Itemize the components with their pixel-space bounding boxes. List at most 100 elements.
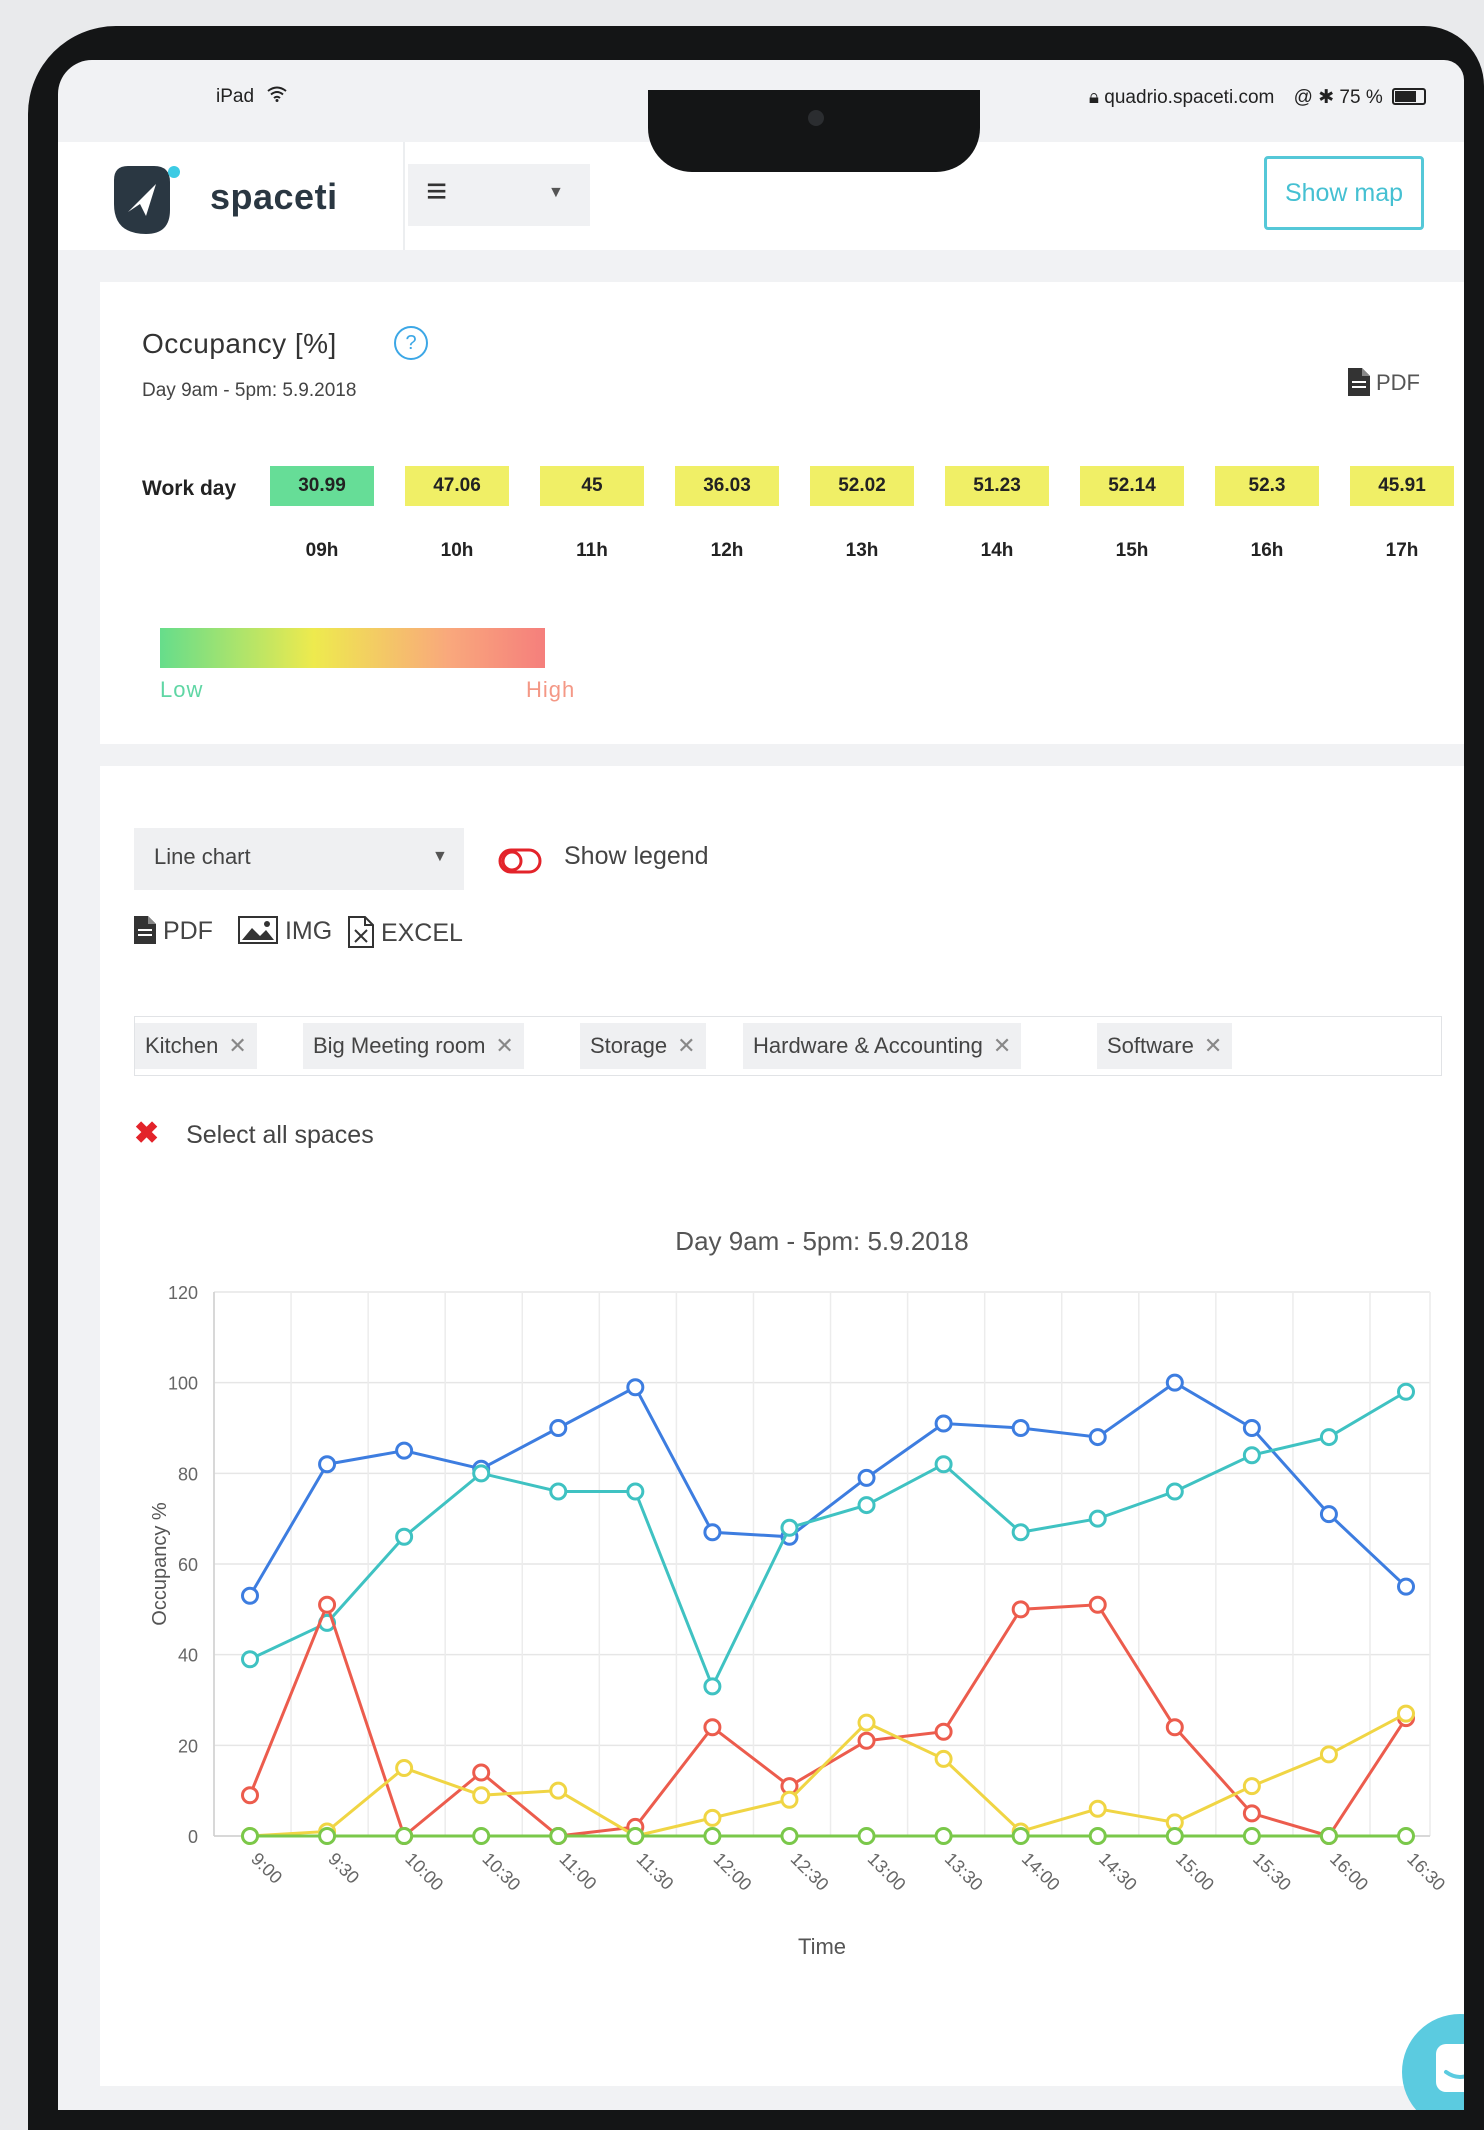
data-point [549,1419,568,1437]
y-tick-label: 0 [188,1827,198,1847]
bluetooth-icon: ✱ [1318,87,1335,108]
data-point [1242,1827,1261,1845]
x-tick-label: 10:30 [478,1849,524,1895]
chart-title: Day 9am - 5pm: 5.9.2018 [675,1226,968,1256]
logo[interactable]: spaceti [58,142,405,250]
data-point [626,1482,645,1501]
y-tick-label: 20 [178,1736,198,1756]
data-point [241,1827,259,1845]
x-tick-label: 14:00 [1018,1849,1064,1895]
chat-widget-button[interactable] [1402,2014,1464,2110]
row-label: Work day [142,477,237,500]
data-point [1165,1718,1184,1737]
data-point [857,1713,876,1732]
chart-type-select[interactable]: Line chart ▼ [134,828,464,890]
data-point [241,1786,259,1805]
show-map-button[interactable]: Show map [1264,156,1424,230]
hour-label: 17h [1385,540,1419,561]
data-point [780,1790,799,1809]
remove-tag-icon[interactable]: ✕ [495,1033,513,1058]
space-tag-list[interactable]: Kitchen ✕ Big Meeting room ✕ Storage ✕ Hard… [134,1016,1442,1076]
data-point [395,1527,414,1546]
remove-tag-icon[interactable]: ✕ [677,1033,695,1058]
series-line [248,1600,1408,1839]
data-point [1088,1428,1107,1447]
export-pdf-button[interactable]: PDF [134,916,213,946]
chart-type-value: Line chart [154,844,251,869]
data-point [1319,1827,1338,1845]
hamburger-icon: ≡ [426,170,448,211]
data-point [1242,1446,1261,1465]
export-excel-button[interactable]: EXCEL [348,916,463,948]
data-point [1165,1827,1184,1845]
chart-card: Line chart ▼ Show legend PDF IMG EXCEL K… [100,766,1464,2086]
url-text[interactable]: quadrio.spaceti.com [1104,87,1274,108]
data-point [1011,1827,1030,1845]
scale-low-label: Low [160,677,204,702]
x-tick-label: 12:30 [787,1849,833,1895]
occupancy-cell: 30.99 [270,466,374,506]
battery-icon [1392,88,1426,105]
data-point [857,1731,876,1750]
x-tick-label: 12:00 [710,1849,756,1895]
x-tick-label: 11:30 [633,1849,678,1894]
hour-label: 10h [440,540,474,561]
remove-tag-icon[interactable]: ✕ [228,1033,246,1058]
export-excel-label: EXCEL [380,919,463,947]
document-icon [1347,368,1370,396]
export-img-button[interactable]: IMG [238,916,332,946]
remove-tag-icon[interactable]: ✕ [1204,1033,1222,1058]
tag-kitchen[interactable]: Kitchen ✕ [135,1023,257,1069]
data-point [857,1827,876,1845]
color-scale-bar [160,628,545,668]
select-all-spaces-button[interactable]: ✖ Select all spaces [134,1116,374,1151]
data-point [857,1496,876,1515]
data-point [703,1808,722,1827]
x-tick-label: 9:30 [324,1849,363,1888]
hour-label: 12h [710,540,744,561]
x-tick-label: 10:00 [401,1849,447,1895]
tag-hardware-accounting[interactable]: Hardware & Accounting ✕ [743,1023,1022,1069]
data-point [1397,1382,1415,1401]
x-tick-label: 9:00 [247,1849,286,1888]
hour-label: 14h [980,540,1014,561]
data-point [1088,1799,1107,1818]
tag-big-meeting-room[interactable]: Big Meeting room ✕ [303,1023,524,1069]
data-point [395,1759,414,1777]
device-name: iPad [216,86,255,107]
wifi-icon [267,86,287,107]
occupancy-cell: 47.06 [405,466,509,506]
data-point [934,1722,953,1741]
occupancy-cell: 45 [540,466,644,506]
hour-label: 13h [845,540,879,561]
tag-storage[interactable]: Storage ✕ [580,1023,706,1069]
data-point [395,1441,414,1460]
data-point [703,1718,722,1737]
pdf-label: PDF [1376,370,1420,395]
clear-selection-icon: ✖ [134,1117,160,1150]
menu-dropdown[interactable]: ≡ ▼ [408,164,590,226]
help-icon[interactable]: ? [394,326,428,360]
series-line [249,1712,1407,1838]
data-point [780,1518,799,1537]
data-point [549,1482,568,1501]
hour-label: 15h [1115,540,1149,561]
y-tick-label: 40 [178,1646,198,1666]
show-legend-toggle[interactable] [498,848,542,874]
x-tick-label: 16:00 [1326,1849,1372,1895]
data-point [1397,1704,1415,1723]
pdf-export-button[interactable]: PDF [1347,368,1420,396]
data-point [1242,1777,1261,1796]
logo-text: spaceti [210,176,338,217]
data-point [318,1827,337,1845]
series-line [249,1390,1407,1691]
data-point [472,1464,491,1483]
x-tick-label: 16:30 [1403,1849,1449,1895]
tag-software[interactable]: Software ✕ [1097,1023,1233,1069]
data-point [318,1595,337,1614]
data-point [1011,1600,1030,1619]
remove-tag-icon[interactable]: ✕ [993,1033,1011,1058]
show-legend-label: Show legend [564,842,709,870]
hour-label: 11h [576,540,608,561]
occupancy-subtitle: Day 9am - 5pm: 5.9.2018 [142,380,357,401]
